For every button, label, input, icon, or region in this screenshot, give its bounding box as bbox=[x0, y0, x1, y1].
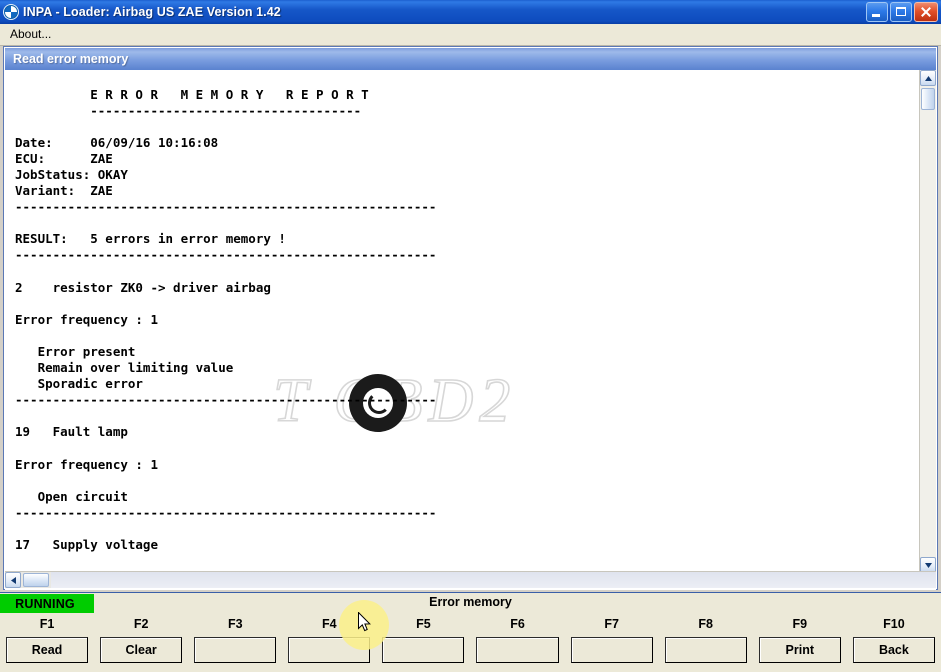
read-error-memory-panel: Read error memory T OBD2 E R R O R M E M… bbox=[3, 46, 938, 590]
f4-button[interactable] bbox=[288, 637, 371, 663]
report-scroll-area[interactable]: T OBD2 E R R O R M E M O R Y R E P O R T… bbox=[5, 70, 936, 590]
function-key-f9: F9 Print bbox=[753, 615, 847, 672]
function-key-label: F1 bbox=[39, 617, 55, 631]
function-key-label: F5 bbox=[416, 617, 431, 631]
minimize-button[interactable] bbox=[866, 2, 888, 22]
function-key-list: F1 Read F2 Clear F3 F4 F5 F6 F7 F8 F9 Pr… bbox=[0, 615, 941, 672]
inpa-application-window: INPA - Loader: Airbag US ZAE Version 1.4… bbox=[0, 0, 941, 672]
menu-bar: About... bbox=[0, 24, 941, 46]
client-area: Read error memory T OBD2 E R R O R M E M… bbox=[0, 46, 941, 592]
window-controls bbox=[866, 2, 938, 22]
f6-button[interactable] bbox=[476, 637, 559, 663]
maximize-icon bbox=[896, 7, 906, 16]
function-key-f3: F3 bbox=[188, 615, 282, 672]
horizontal-scrollbar[interactable] bbox=[5, 571, 936, 588]
minimize-icon bbox=[872, 14, 880, 17]
function-key-f6: F6 bbox=[470, 615, 564, 672]
vertical-scrollbar-thumb[interactable] bbox=[921, 88, 935, 110]
function-key-bar: RUNNING Error memory F1 Read F2 Clear F3… bbox=[0, 592, 941, 672]
function-key-label: F6 bbox=[510, 617, 525, 631]
back-button[interactable]: Back bbox=[852, 637, 935, 663]
function-key-f7: F7 bbox=[565, 615, 659, 672]
read-button[interactable]: Read bbox=[6, 637, 89, 663]
f8-button[interactable] bbox=[664, 637, 747, 663]
function-key-label: F8 bbox=[698, 617, 713, 631]
function-key-label: F10 bbox=[883, 617, 905, 631]
error-memory-report-text: E R R O R M E M O R Y R E P O R T ------… bbox=[15, 86, 437, 585]
print-button[interactable]: Print bbox=[758, 637, 841, 663]
function-key-f4: F4 bbox=[282, 615, 376, 672]
clear-button[interactable]: Clear bbox=[100, 637, 183, 663]
function-key-f8: F8 bbox=[659, 615, 753, 672]
scroll-left-icon[interactable] bbox=[5, 572, 21, 588]
function-key-f5: F5 bbox=[376, 615, 470, 672]
function-key-f2: F2 Clear bbox=[94, 615, 188, 672]
f3-button[interactable] bbox=[194, 637, 277, 663]
function-bar-title: Error memory bbox=[429, 595, 512, 609]
window-title-bar: INPA - Loader: Airbag US ZAE Version 1.4… bbox=[0, 0, 941, 24]
panel-caption: Read error memory bbox=[5, 48, 936, 70]
bmw-roundel-icon bbox=[3, 4, 19, 20]
function-key-label: F4 bbox=[322, 617, 337, 631]
window-title: INPA - Loader: Airbag US ZAE Version 1.4… bbox=[23, 5, 281, 19]
function-key-label: F3 bbox=[227, 617, 243, 631]
f5-button[interactable] bbox=[382, 637, 465, 663]
menu-item-about[interactable]: About... bbox=[3, 25, 58, 44]
function-key-f1: F1 Read bbox=[0, 615, 94, 672]
function-key-label: F9 bbox=[792, 617, 808, 631]
vertical-scrollbar[interactable] bbox=[919, 70, 936, 573]
function-key-f10: F10 Back bbox=[847, 615, 941, 672]
horizontal-scrollbar-thumb[interactable] bbox=[23, 573, 49, 587]
scroll-up-icon[interactable] bbox=[920, 70, 936, 86]
f7-button[interactable] bbox=[570, 637, 653, 663]
close-button[interactable] bbox=[914, 2, 938, 22]
horizontal-scrollbar-track[interactable] bbox=[51, 572, 936, 588]
function-key-label: F7 bbox=[604, 617, 619, 631]
function-key-label: F2 bbox=[133, 617, 149, 631]
maximize-button[interactable] bbox=[890, 2, 912, 22]
